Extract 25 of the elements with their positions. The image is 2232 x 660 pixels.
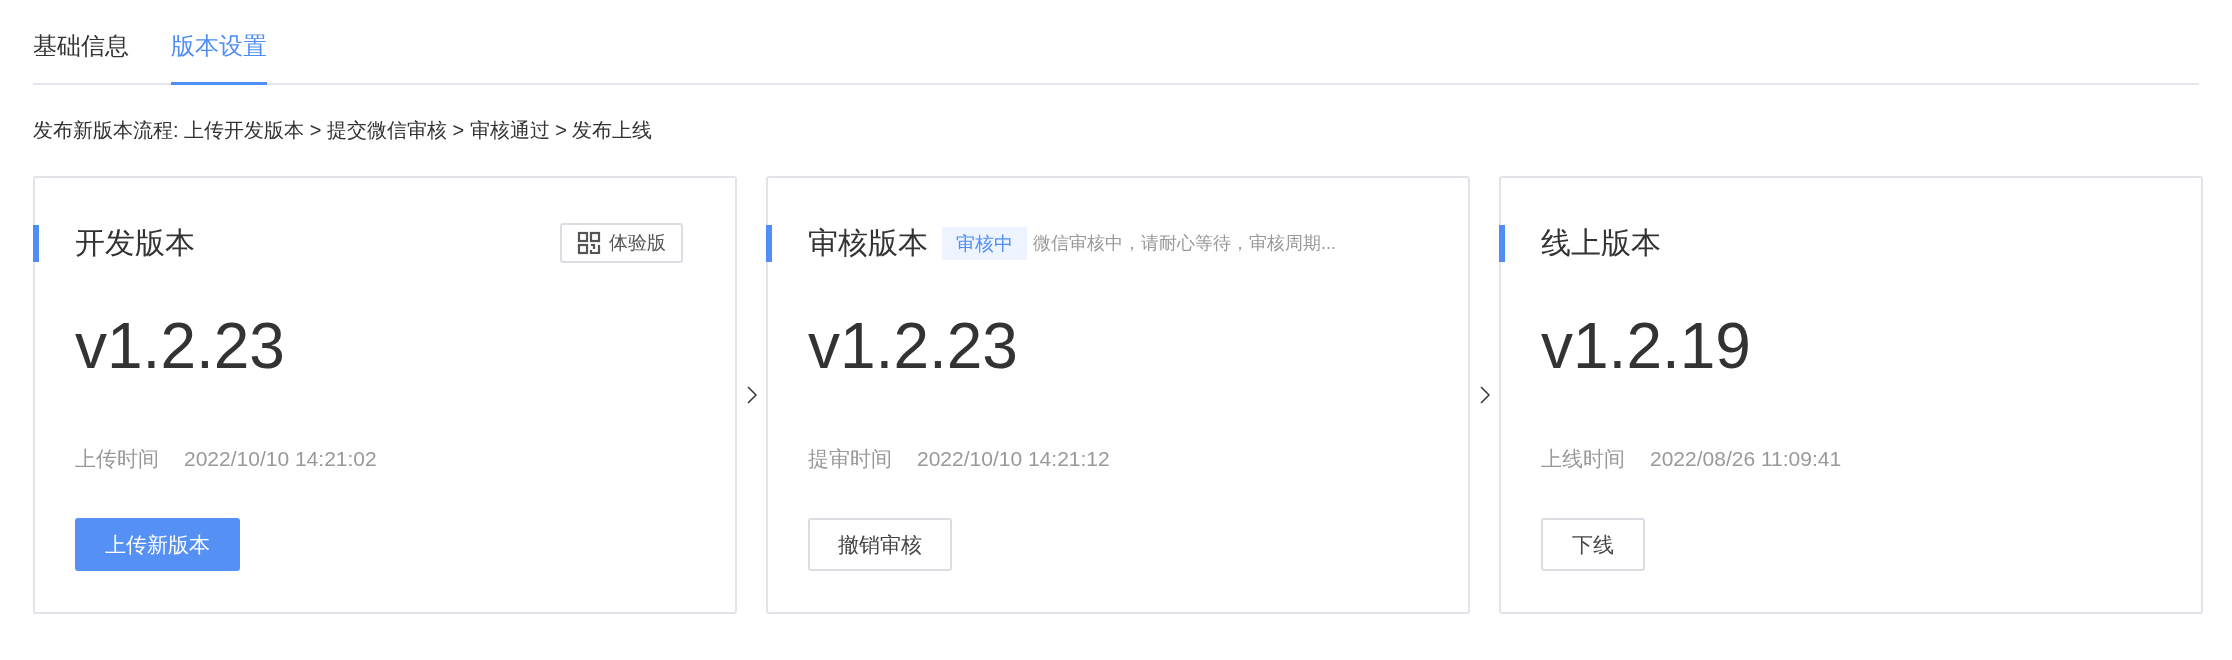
tab[interactable]: 基础信息: [33, 26, 129, 85]
time-value: 2022/10/10 14:21:02: [184, 446, 377, 472]
time-label: 提审时间: [808, 446, 892, 472]
qr-code-icon: [577, 231, 601, 255]
process-description: 发布新版本流程: 上传开发版本 > 提交微信审核 > 审核通过 > 发布上线: [33, 118, 654, 143]
chevron-right-icon: [1479, 386, 1490, 404]
accent-bar: [766, 224, 772, 262]
version-number: v1.2.23: [808, 309, 1018, 384]
time-label: 上传时间: [75, 446, 159, 472]
card-title: 审核版本: [808, 225, 928, 261]
time-value: 2022/10/10 14:21:12: [917, 446, 1110, 472]
chevron-right-icon: [746, 386, 757, 404]
card-title: 开发版本: [75, 225, 195, 261]
time-label: 上线时间: [1541, 446, 1625, 472]
status-badge: 审核中: [942, 226, 1027, 260]
status-note: 微信审核中，请耐心等待，审核周期...: [1033, 231, 1336, 255]
card-title: 线上版本: [1541, 225, 1661, 261]
accent-bar: [33, 224, 39, 262]
preview-button[interactable]: 体验版: [560, 223, 683, 263]
time-value: 2022/08/26 11:09:41: [1650, 446, 1842, 472]
accent-bar: [1499, 224, 1505, 262]
version-number: v1.2.23: [75, 309, 285, 384]
action-button[interactable]: 撤销审核: [808, 518, 952, 571]
action-button[interactable]: 下线: [1541, 518, 1645, 571]
version-number: v1.2.19: [1541, 309, 1751, 384]
